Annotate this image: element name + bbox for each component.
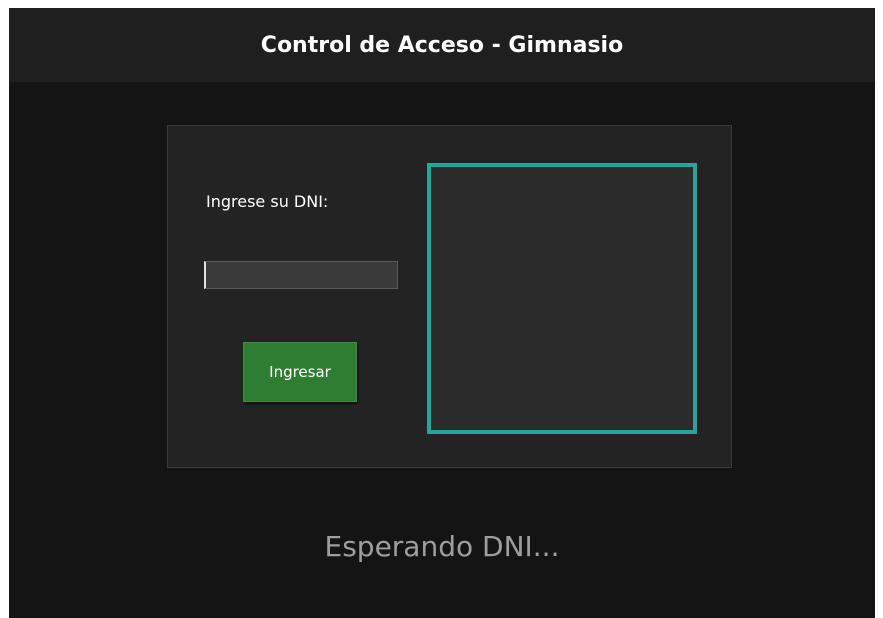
ingresar-button[interactable]: Ingresar	[243, 342, 357, 402]
status-message: Esperando DNI...	[324, 530, 560, 563]
page-title: Control de Acceso - Gimnasio	[260, 32, 624, 58]
header-bar: Control de Acceso - Gimnasio	[9, 8, 875, 82]
access-panel: Ingrese su DNI: Ingresar	[167, 125, 732, 468]
member-photo-frame	[427, 163, 697, 434]
app-window: Control de Acceso - Gimnasio Ingrese su …	[9, 8, 875, 618]
dni-input[interactable]	[204, 261, 398, 289]
dni-label: Ingrese su DNI:	[206, 192, 329, 211]
